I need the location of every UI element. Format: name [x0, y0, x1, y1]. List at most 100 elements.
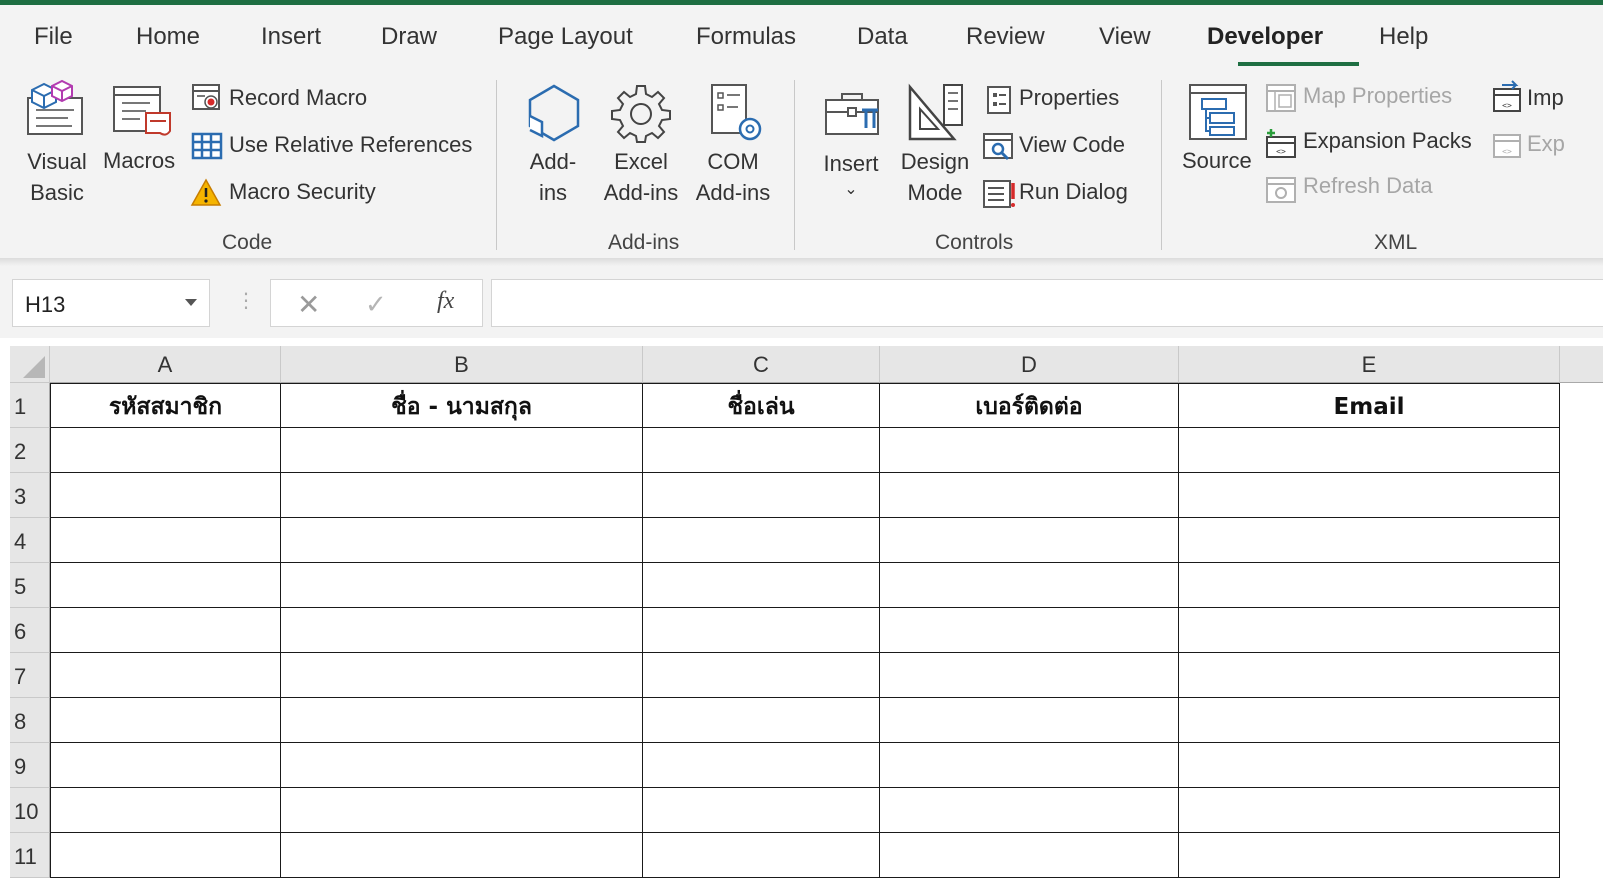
chevron-down-icon[interactable]	[185, 299, 197, 306]
cell-d8[interactable]	[880, 698, 1179, 743]
cell-b9[interactable]	[281, 743, 643, 788]
row-header-1[interactable]: 1	[10, 383, 50, 428]
row-header-11[interactable]: 11	[10, 833, 50, 878]
cancel-icon[interactable]: ✕	[297, 288, 320, 321]
insert-function-icon[interactable]: fx	[437, 288, 454, 315]
cell-c6[interactable]	[643, 608, 880, 653]
cell-a3[interactable]	[50, 473, 281, 518]
cell-c9[interactable]	[643, 743, 880, 788]
column-header-f[interactable]	[1560, 346, 1603, 383]
formula-bar-resize-handle[interactable]: ⋮	[236, 288, 256, 313]
run-dialog-button[interactable]: Run Dialog	[1019, 179, 1128, 205]
import-button[interactable]: Imp	[1527, 85, 1564, 111]
macro-security-button[interactable]: Macro Security	[229, 179, 376, 205]
cell-b4[interactable]	[281, 518, 643, 563]
source-button[interactable]: Source	[1182, 148, 1252, 174]
cell-d5[interactable]	[880, 563, 1179, 608]
tab-page-layout[interactable]: Page Layout	[498, 23, 633, 51]
cell-b3[interactable]	[281, 473, 643, 518]
tab-draw[interactable]: Draw	[381, 23, 437, 51]
cell-d4[interactable]	[880, 518, 1179, 563]
cell-d2[interactable]	[880, 428, 1179, 473]
row-header-9[interactable]: 9	[10, 743, 50, 788]
expansion-packs-button[interactable]: Expansion Packs	[1303, 128, 1472, 154]
cell-d3[interactable]	[880, 473, 1179, 518]
cell-b6[interactable]	[281, 608, 643, 653]
cell-a5[interactable]	[50, 563, 281, 608]
cell-e4[interactable]	[1179, 518, 1560, 563]
tab-help[interactable]: Help	[1379, 23, 1428, 51]
cell-a2[interactable]	[50, 428, 281, 473]
cell-a6[interactable]	[50, 608, 281, 653]
cell-e3[interactable]	[1179, 473, 1560, 518]
cell-b2[interactable]	[281, 428, 643, 473]
row-header-8[interactable]: 8	[10, 698, 50, 743]
cell-e1[interactable]: Email	[1179, 383, 1560, 428]
cell-c3[interactable]	[643, 473, 880, 518]
cell-c10[interactable]	[643, 788, 880, 833]
cell-e7[interactable]	[1179, 653, 1560, 698]
tab-insert[interactable]: Insert	[261, 23, 321, 51]
cell-c1[interactable]: ชื่อเล่น	[643, 383, 880, 428]
tab-data[interactable]: Data	[857, 23, 908, 51]
tab-review[interactable]: Review	[966, 23, 1045, 51]
cell-a10[interactable]	[50, 788, 281, 833]
excel-add-ins-button[interactable]: Excel Add-ins	[599, 146, 683, 208]
add-ins-button[interactable]: Add- ins	[521, 146, 585, 208]
row-header-5[interactable]: 5	[10, 563, 50, 608]
row-header-4[interactable]: 4	[10, 518, 50, 563]
cell-a7[interactable]	[50, 653, 281, 698]
cell-e9[interactable]	[1179, 743, 1560, 788]
cell-c8[interactable]	[643, 698, 880, 743]
cell-b11[interactable]	[281, 833, 643, 878]
formula-input[interactable]	[491, 279, 1603, 327]
properties-button[interactable]: Properties	[1019, 85, 1119, 111]
cell-e10[interactable]	[1179, 788, 1560, 833]
row-header-7[interactable]: 7	[10, 653, 50, 698]
cell-a11[interactable]	[50, 833, 281, 878]
map-properties-button[interactable]: Map Properties	[1303, 83, 1452, 109]
tab-view[interactable]: View	[1099, 23, 1151, 51]
cell-c5[interactable]	[643, 563, 880, 608]
row-header-10[interactable]: 10	[10, 788, 50, 833]
column-header-b[interactable]: B	[281, 346, 643, 383]
cell-e5[interactable]	[1179, 563, 1560, 608]
cell-c7[interactable]	[643, 653, 880, 698]
enter-icon[interactable]: ✓	[365, 289, 387, 320]
cell-a4[interactable]	[50, 518, 281, 563]
tab-developer[interactable]: Developer	[1207, 23, 1323, 51]
design-mode-button[interactable]: Design Mode	[898, 146, 972, 208]
cell-e11[interactable]	[1179, 833, 1560, 878]
cell-d7[interactable]	[880, 653, 1179, 698]
cell-e8[interactable]	[1179, 698, 1560, 743]
row-header-3[interactable]: 3	[10, 473, 50, 518]
cell-b8[interactable]	[281, 698, 643, 743]
cell-b5[interactable]	[281, 563, 643, 608]
cell-c11[interactable]	[643, 833, 880, 878]
cell-b7[interactable]	[281, 653, 643, 698]
macros-button[interactable]: Macros	[103, 148, 175, 174]
com-add-ins-button[interactable]: COM Add-ins	[690, 146, 776, 208]
column-header-a[interactable]: A	[50, 346, 281, 383]
export-button[interactable]: Exp	[1527, 131, 1565, 157]
insert-control-button[interactable]: Insert ⌄	[820, 148, 882, 201]
select-all-button[interactable]	[10, 346, 50, 383]
cell-e6[interactable]	[1179, 608, 1560, 653]
row-header-2[interactable]: 2	[10, 428, 50, 473]
column-header-e[interactable]: E	[1179, 346, 1560, 383]
cell-a1[interactable]: รหัสสมาชิก	[50, 383, 281, 428]
cell-c4[interactable]	[643, 518, 880, 563]
view-code-button[interactable]: View Code	[1019, 132, 1125, 158]
cell-a8[interactable]	[50, 698, 281, 743]
use-relative-references-button[interactable]: Use Relative References	[229, 132, 472, 158]
cell-d1[interactable]: เบอร์ติดต่อ	[880, 383, 1179, 428]
column-header-d[interactable]: D	[880, 346, 1179, 383]
cell-c2[interactable]	[643, 428, 880, 473]
visual-basic-button[interactable]: Visual Basic	[22, 146, 92, 208]
cell-d11[interactable]	[880, 833, 1179, 878]
name-box[interactable]: H13	[12, 279, 210, 327]
row-header-6[interactable]: 6	[10, 608, 50, 653]
cell-b10[interactable]	[281, 788, 643, 833]
column-header-c[interactable]: C	[643, 346, 880, 383]
tab-formulas[interactable]: Formulas	[696, 23, 796, 51]
